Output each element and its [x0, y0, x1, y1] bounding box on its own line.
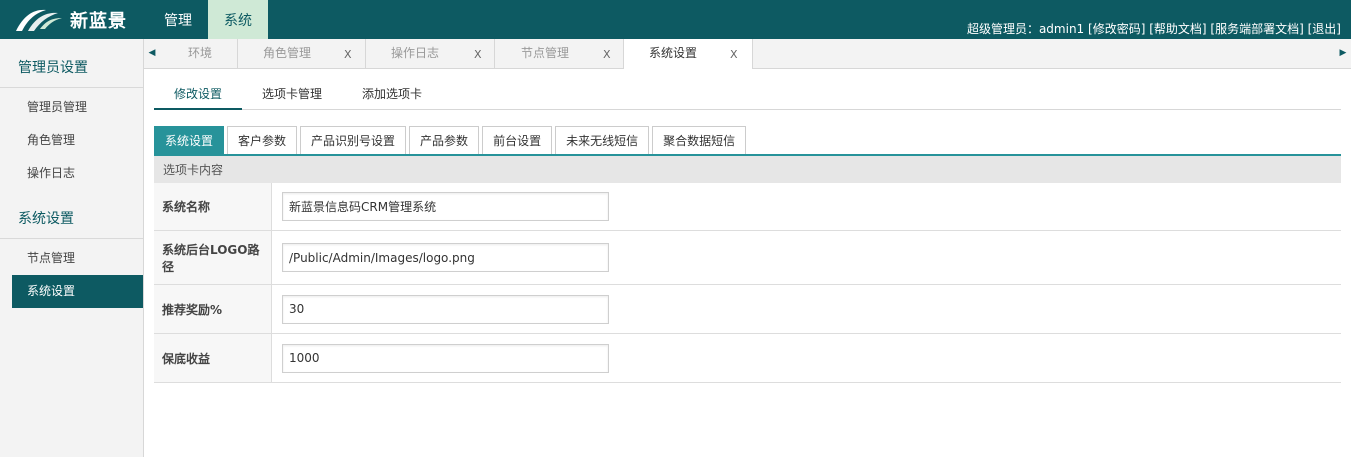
config-tab-frontend-settings[interactable]: 前台设置: [482, 126, 553, 154]
main-content: 修改设置 选项卡管理 添加选项卡 系统设置 客户参数 产品识别号设置 产品参数 …: [154, 69, 1341, 383]
form-row-system-name: 系统名称: [154, 183, 1341, 231]
config-tab-juhe-sms[interactable]: 聚合数据短信: [652, 126, 747, 154]
tab-node-management[interactable]: 节点管理 X: [495, 39, 624, 69]
tab-role-management[interactable]: 角色管理 X: [238, 39, 366, 69]
form-row-logo-path: 系统后台LOGO路径: [154, 231, 1341, 285]
logout-link[interactable]: [退出]: [1308, 22, 1341, 36]
sidebar-item-operation-log[interactable]: 操作日志: [0, 157, 143, 190]
top-nav-system[interactable]: 系统: [208, 0, 268, 39]
tab-close-icon[interactable]: X: [474, 41, 482, 69]
config-tab-product-id-settings[interactable]: 产品识别号设置: [300, 126, 407, 154]
tab-operation-log[interactable]: 操作日志 X: [366, 39, 495, 69]
username: admin1: [1038, 22, 1085, 36]
sidebar-item-admin-management[interactable]: 管理员管理: [0, 91, 143, 124]
field-label: 系统后台LOGO路径: [154, 231, 272, 284]
tab-label: 系统设置: [649, 46, 698, 60]
open-tabs-strip: ◀ 环境 角色管理 X 操作日志 X 节点管理 X 系统设置 X ▶: [144, 39, 1351, 69]
referral-reward-input[interactable]: [282, 294, 609, 324]
config-tab-product-params[interactable]: 产品参数: [409, 126, 480, 154]
tabs-scroll-right-icon[interactable]: ▶: [1335, 39, 1351, 68]
tab-close-icon[interactable]: X: [730, 41, 738, 69]
logo[interactable]: 新蓝景: [12, 4, 127, 36]
field-label: 推荐奖励%: [154, 285, 272, 333]
tab-environment[interactable]: 环境: [160, 39, 238, 69]
server-deploy-docs-link[interactable]: [服务端部署文档]: [1210, 22, 1303, 36]
sidebar: 管理员设置 管理员管理 角色管理 操作日志 系统设置 节点管理 系统设置: [0, 39, 144, 457]
sidebar-group-admin-settings: 管理员设置: [0, 48, 143, 88]
sidebar-item-node-management[interactable]: 节点管理: [0, 242, 143, 275]
top-nav: 管理 系统: [148, 0, 268, 39]
field-label: 保底收益: [154, 334, 272, 382]
tab-label: 节点管理: [521, 46, 570, 60]
tab-label: 操作日志: [391, 46, 440, 60]
sidebar-item-role-management[interactable]: 角色管理: [0, 124, 143, 157]
section-title: 选项卡内容: [154, 154, 1341, 183]
config-tabs: 系统设置 客户参数 产品识别号设置 产品参数 前台设置 未来无线短信 聚合数据短…: [154, 126, 749, 154]
change-password-link[interactable]: [修改密码]: [1088, 22, 1145, 36]
subtab-tab-management[interactable]: 选项卡管理: [262, 69, 322, 110]
subtabs: 修改设置 选项卡管理 添加选项卡: [154, 69, 1341, 110]
logo-path-input[interactable]: [282, 243, 609, 272]
tab-label: 角色管理: [263, 46, 312, 60]
sidebar-group-system-settings: 系统设置: [0, 199, 143, 239]
settings-form: 选项卡内容 系统名称 系统后台LOGO路径 推荐奖励% 保底收益: [154, 154, 1341, 383]
form-row-guaranteed-income: 保底收益: [154, 334, 1341, 383]
help-docs-link[interactable]: [帮助文档]: [1149, 22, 1206, 36]
tab-close-icon[interactable]: X: [603, 41, 611, 69]
user-bar: 超级管理员：admin1 [修改密码] [帮助文档] [服务端部署文档] [退出…: [967, 20, 1341, 37]
guaranteed-income-input[interactable]: [282, 343, 609, 373]
system-name-input[interactable]: [282, 192, 609, 221]
config-tab-system-settings[interactable]: 系统设置: [154, 126, 225, 154]
tab-label: 环境: [188, 46, 213, 60]
subtab-modify-settings[interactable]: 修改设置: [154, 69, 242, 110]
open-tabs: 环境 角色管理 X 操作日志 X 节点管理 X 系统设置 X: [160, 39, 753, 69]
tab-close-icon[interactable]: X: [344, 41, 352, 69]
logo-text: 新蓝景: [70, 11, 127, 32]
sidebar-item-system-settings[interactable]: 系统设置: [12, 275, 143, 308]
tabs-scroll-left-icon[interactable]: ◀: [144, 39, 160, 68]
user-role-label: 超级管理员：: [966, 22, 1039, 36]
subtab-add-tab[interactable]: 添加选项卡: [362, 69, 422, 110]
form-row-referral-reward: 推荐奖励%: [154, 285, 1341, 334]
tab-system-settings[interactable]: 系统设置 X: [624, 39, 753, 69]
config-tab-future-wireless-sms[interactable]: 未来无线短信: [555, 126, 650, 154]
top-nav-manage[interactable]: 管理: [148, 0, 208, 39]
field-label: 系统名称: [154, 183, 272, 230]
config-tab-customer-params[interactable]: 客户参数: [227, 126, 298, 154]
top-header: 新蓝景 管理 系统 超级管理员：admin1 [修改密码] [帮助文档] [服务…: [0, 0, 1351, 39]
logo-swirl-icon: [16, 9, 62, 31]
